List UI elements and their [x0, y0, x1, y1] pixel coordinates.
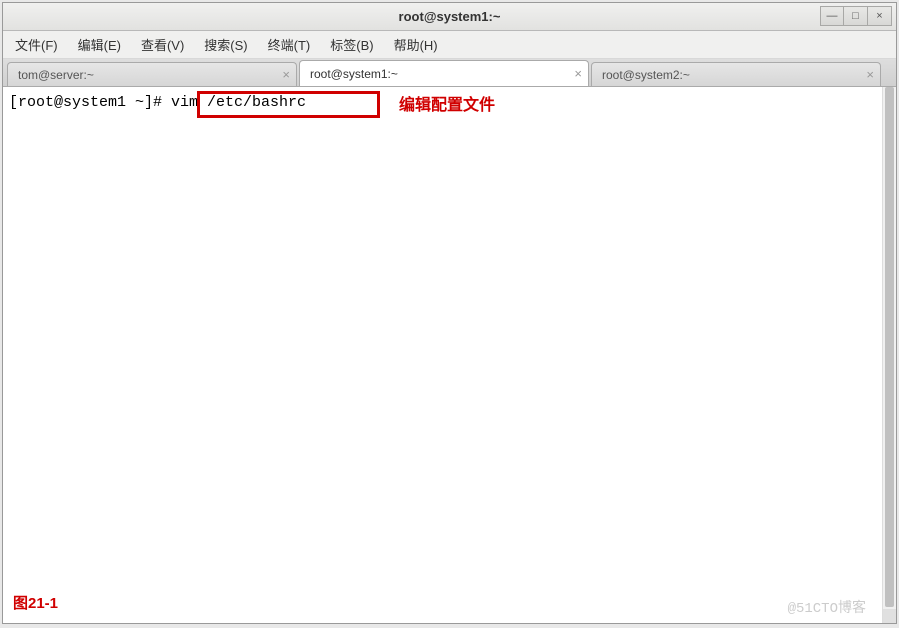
- window-controls: — □ ×: [820, 6, 892, 26]
- tab-root-system1[interactable]: root@system1:~ ×: [299, 60, 589, 86]
- menubar: 文件(F) 编辑(E) 查看(V) 搜索(S) 终端(T) 标签(B) 帮助(H…: [3, 31, 896, 59]
- shell-prompt: [root@system1 ~]#: [9, 94, 171, 111]
- annotation-text: 编辑配置文件: [399, 91, 495, 115]
- maximize-button[interactable]: □: [844, 6, 868, 26]
- tab-root-system2[interactable]: root@system2:~ ×: [591, 62, 881, 86]
- window-title: root@system1:~: [3, 9, 896, 24]
- tab-label: root@system1:~: [310, 67, 398, 81]
- shell-command: vim /etc/bashrc: [171, 94, 306, 111]
- tab-label: root@system2:~: [602, 68, 690, 82]
- scroll-track[interactable]: [883, 87, 896, 623]
- close-icon[interactable]: ×: [866, 67, 874, 82]
- figure-label: 图21-1: [13, 592, 58, 613]
- menu-tabs[interactable]: 标签(B): [326, 33, 377, 56]
- menu-terminal[interactable]: 终端(T): [264, 33, 315, 56]
- menu-file[interactable]: 文件(F): [11, 33, 62, 56]
- vertical-scrollbar[interactable]: [882, 87, 896, 623]
- minimize-button[interactable]: —: [820, 6, 844, 26]
- titlebar: root@system1:~ — □ ×: [3, 3, 896, 31]
- close-icon[interactable]: ×: [282, 67, 290, 82]
- scroll-thumb[interactable]: [885, 87, 894, 607]
- menu-edit[interactable]: 编辑(E): [74, 33, 125, 56]
- menu-view[interactable]: 查看(V): [137, 33, 188, 56]
- menu-help[interactable]: 帮助(H): [390, 33, 442, 56]
- tab-label: tom@server:~: [18, 68, 94, 82]
- menu-search[interactable]: 搜索(S): [200, 33, 251, 56]
- close-icon[interactable]: ×: [574, 66, 582, 81]
- watermark: @51CTO博客: [788, 597, 866, 617]
- tabbar: tom@server:~ × root@system1:~ × root@sys…: [3, 59, 896, 87]
- terminal-window: root@system1:~ — □ × 文件(F) 编辑(E) 查看(V) 搜…: [2, 2, 897, 624]
- scroll-button-down[interactable]: [883, 609, 896, 623]
- tab-tom-server[interactable]: tom@server:~ ×: [7, 62, 297, 86]
- close-button[interactable]: ×: [868, 6, 892, 26]
- terminal-area: [root@system1 ~]# vim /etc/bashrc 编辑配置文件…: [3, 87, 896, 623]
- terminal-content[interactable]: [root@system1 ~]# vim /etc/bashrc 编辑配置文件…: [3, 87, 882, 623]
